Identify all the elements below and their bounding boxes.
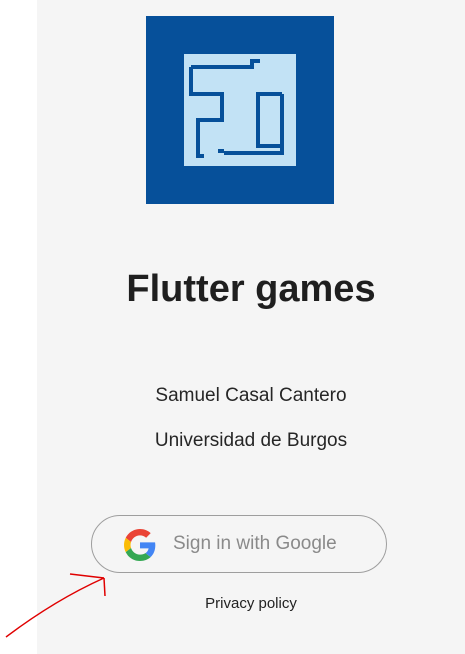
red-arrow-annotation xyxy=(5,573,106,638)
